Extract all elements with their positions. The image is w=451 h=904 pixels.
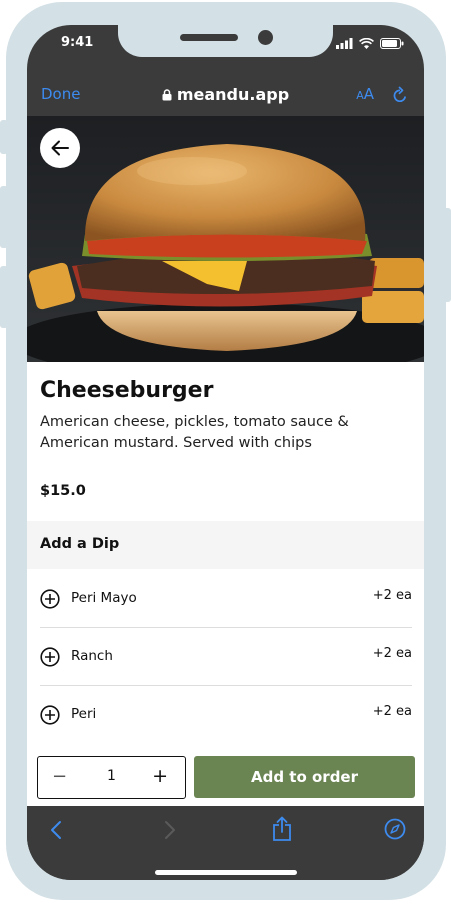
increment-button[interactable]: + (152, 765, 168, 787)
plus-circle-icon[interactable] (40, 705, 60, 725)
reload-icon[interactable] (392, 86, 408, 104)
product-price: $15.0 (40, 483, 86, 499)
phone-volume-down (0, 266, 8, 328)
phone-screen: 9:41 Done meandu.app AA Cheeseburger Ame… (27, 25, 424, 880)
dip-option-price: +2 ea (372, 646, 412, 661)
speaker (180, 34, 238, 41)
back-button[interactable] (40, 128, 80, 168)
dip-option-ranch[interactable]: Ranch +2 ea (40, 627, 412, 686)
wifi-icon (359, 38, 374, 49)
dip-option-peri-mayo[interactable]: Peri Mayo +2 ea (40, 569, 412, 628)
burger-image (27, 116, 424, 362)
status-time: 9:41 (61, 35, 94, 50)
url-text: meandu.app (176, 85, 290, 104)
product-title: Cheeseburger (40, 378, 214, 403)
phone-volume-up (0, 186, 8, 248)
status-icons (336, 38, 404, 49)
share-icon[interactable] (272, 816, 292, 842)
signal-icon (336, 38, 353, 49)
dip-option-label: Peri Mayo (71, 590, 137, 606)
phone-power-button (443, 208, 451, 302)
dip-option-price: +2 ea (372, 588, 412, 603)
product-description: American cheese, pickles, tomato sauce &… (40, 414, 349, 451)
page-content: Cheeseburger American cheese, pickles, t… (27, 116, 424, 806)
browser-url-bar: Done meandu.app AA (27, 80, 424, 116)
text-size-button[interactable]: AA (356, 85, 374, 103)
home-indicator (155, 870, 297, 875)
arrow-left-icon (51, 140, 69, 156)
compass-icon[interactable] (384, 818, 406, 840)
dip-option-price: +2 ea (372, 704, 412, 719)
notch (118, 25, 333, 57)
front-camera (258, 30, 273, 45)
plus-circle-icon[interactable] (40, 589, 60, 609)
product-image (27, 116, 424, 362)
dip-section-title: Add a Dip (40, 536, 120, 552)
dip-option-label: Ranch (71, 648, 113, 664)
dip-section-header: Add a Dip (27, 521, 424, 569)
chevron-left-icon[interactable] (49, 819, 63, 841)
plus-circle-icon[interactable] (40, 647, 60, 667)
chevron-right-icon[interactable] (163, 819, 177, 841)
dip-option-label: Peri (71, 706, 97, 722)
battery-icon (380, 38, 404, 49)
dip-option-peri[interactable]: Peri +2 ea (40, 685, 412, 743)
browser-toolbar (27, 806, 424, 880)
phone-side-button (0, 120, 8, 154)
add-to-order-button[interactable]: Add to order (194, 756, 415, 798)
quantity-stepper: − 1 + (37, 756, 186, 799)
lock-icon (162, 89, 172, 101)
